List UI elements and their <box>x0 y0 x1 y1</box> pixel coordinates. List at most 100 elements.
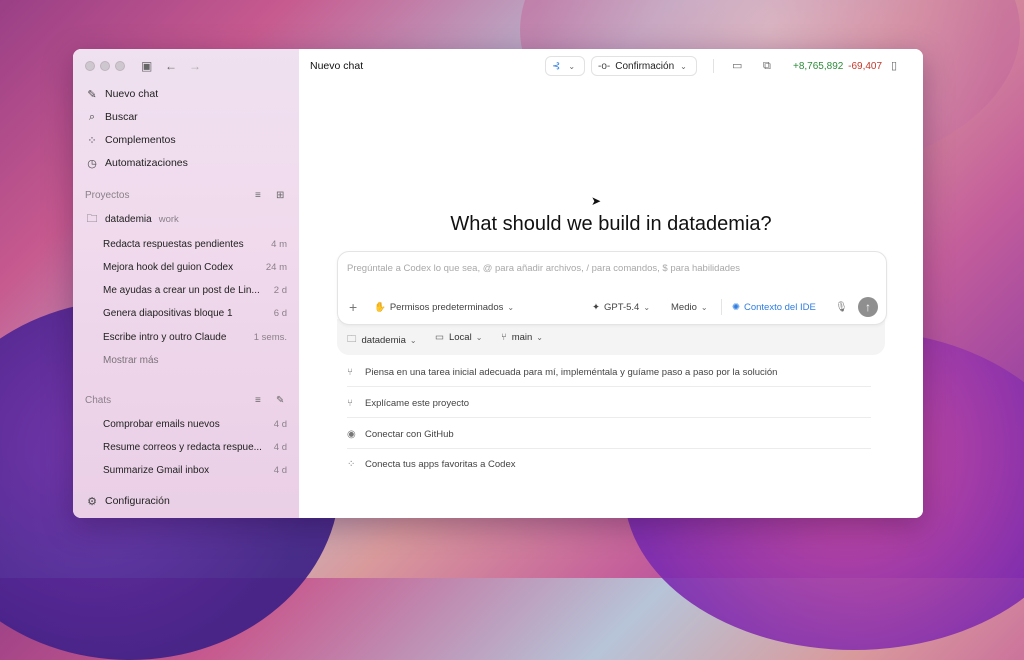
project-tag: work <box>158 213 179 225</box>
deletions-count: -69,407 <box>848 61 883 72</box>
sidebar-toggle-icon[interactable]: ▣ <box>141 60 152 72</box>
diff-stats[interactable]: +8,765,892 -69,407 <box>793 61 882 72</box>
suggestion-item[interactable]: ⑂ Explícame este proyecto <box>347 389 871 418</box>
effort-select[interactable]: Medio ⌄ <box>671 302 708 313</box>
environment-select[interactable]: ▭ Local ⌄ <box>435 332 482 343</box>
composer: Pregúntale a Codex lo que sea, @ para añ… <box>337 251 887 325</box>
plus-icon[interactable]: + <box>349 300 357 314</box>
additions-count: +8,765,892 <box>793 61 844 72</box>
suggestion-text: Piensa en una tarea inicial adecuada par… <box>365 366 778 378</box>
chat-time: 4 d <box>273 441 287 453</box>
approval-mode-label: Confirmación <box>615 60 675 72</box>
forward-arrow-icon[interactable]: → <box>189 60 201 72</box>
project-select-label: datademia <box>361 334 406 346</box>
suggestion-item[interactable]: ⁘ Conecta tus apps favoritas a Codex <box>347 450 871 478</box>
model-label: GPT-5.4 <box>603 302 640 313</box>
terminal-icon[interactable]: ▭ <box>732 60 742 72</box>
back-arrow-icon[interactable]: ← <box>165 60 177 72</box>
nav-automations-label: Automatizaciones <box>105 157 188 169</box>
composer-input[interactable]: Pregúntale a Codex lo que sea, @ para añ… <box>347 263 740 274</box>
filter-icon[interactable]: ≡ <box>255 395 261 407</box>
project-select[interactable]: 🗀 datademia ⌄ <box>347 332 417 348</box>
divider <box>721 299 722 315</box>
new-folder-icon[interactable]: ⊞ <box>276 190 284 202</box>
chevron-down-icon: ⌄ <box>643 303 651 312</box>
nav-new-chat[interactable]: ✎ Nuevo chat <box>85 84 158 104</box>
ide-context-label: Contexto del IDE <box>743 302 816 313</box>
thread-title: Me ayudas a crear un post de Lin... <box>103 284 260 296</box>
microphone-icon[interactable]: 🎙 <box>835 302 848 314</box>
permissions-label: Permisos predeterminados <box>389 302 504 313</box>
thread-title: Genera diapositivas bloque 1 <box>103 307 233 319</box>
permissions-select[interactable]: ✋ Permisos predeterminados ⌄ <box>374 302 514 313</box>
suggestion-text: Conectar con GitHub <box>365 428 454 440</box>
ide-select[interactable]: ⊰ ⌄ <box>545 56 585 76</box>
suggestion-text: Explícame este proyecto <box>365 397 470 409</box>
folder-icon: 🗀 <box>347 334 357 345</box>
send-button[interactable]: ↑ <box>858 297 878 317</box>
thread-item[interactable]: Mejora hook del guion Codex 24 m <box>103 257 287 277</box>
chevron-down-icon: ⌄ <box>507 303 515 312</box>
thread-time: 2 d <box>273 284 287 296</box>
filter-icon[interactable]: ≡ <box>255 190 261 202</box>
edit-icon: ✎ <box>87 88 97 101</box>
chat-time: 4 d <box>273 464 287 476</box>
chevron-down-icon: ⌄ <box>700 303 708 312</box>
branch-select[interactable]: ⑂ main ⌄ <box>501 332 543 343</box>
new-chat-icon[interactable]: ✎ <box>276 395 284 407</box>
page-title: Nuevo chat <box>310 60 364 72</box>
project-name: datademia <box>105 213 152 225</box>
environment-select-label: Local <box>448 332 472 343</box>
thread-item[interactable]: Redacta respuestas pendientes 4 m <box>103 234 287 254</box>
branch-icon: ⑂ <box>347 397 353 409</box>
suggestion-item[interactable]: ◉ Conectar con GitHub <box>347 420 871 449</box>
grid-icon: ⁘ <box>87 134 97 147</box>
project-datademia[interactable]: 🗀 datademia work <box>85 209 179 229</box>
arrow-up-icon: ↑ <box>865 300 871 314</box>
chat-item[interactable]: Comprobar emails nuevos 4 d <box>103 414 287 434</box>
copy-icon[interactable]: ⧉ <box>763 60 771 72</box>
nav-search[interactable]: ⌕ Buscar <box>85 107 138 127</box>
chevron-down-icon: ⌄ <box>409 335 417 345</box>
sidebar: ▣ ← → ✎ Nuevo chat ⌕ Buscar ⁘ Complement… <box>73 49 300 518</box>
divider <box>713 59 714 73</box>
clock-icon: ◷ <box>87 157 97 170</box>
chat-item[interactable]: Resume correos y redacta respue... 4 d <box>103 437 287 457</box>
chevron-down-icon: ⌄ <box>536 333 543 342</box>
panel-toggle-icon[interactable]: ▯ <box>891 60 897 72</box>
nav-automations[interactable]: ◷ Automatizaciones <box>85 153 188 173</box>
chat-title: Resume correos y redacta respue... <box>103 441 262 453</box>
minimize-window-button[interactable] <box>100 61 110 71</box>
ide-context-button[interactable]: ✺ Contexto del IDE <box>732 302 816 313</box>
github-icon: ◉ <box>347 428 356 440</box>
zoom-window-button[interactable] <box>115 61 125 71</box>
nav-plugins[interactable]: ⁘ Complementos <box>85 130 175 150</box>
settings-button[interactable]: ⚙ Configuración <box>85 491 170 511</box>
effort-label: Medio <box>671 302 697 313</box>
search-icon: ⌕ <box>88 110 96 123</box>
close-window-button[interactable] <box>85 61 95 71</box>
thread-title: Mejora hook del guion Codex <box>103 261 234 273</box>
gear-icon: ⚙ <box>87 495 97 508</box>
thread-item[interactable]: Escribe intro y outro Claude 1 sems. <box>103 327 287 347</box>
nav-search-label: Buscar <box>105 111 138 123</box>
model-select[interactable]: ✦ GPT-5.4 ⌄ <box>592 302 650 313</box>
main-heading: What should we build in datademia? <box>450 213 772 235</box>
chevron-down-icon: ⌄ <box>475 333 483 342</box>
sparkle-icon: ✦ <box>592 302 600 313</box>
suggestion-text: Conecta tus apps favoritas a Codex <box>365 458 516 470</box>
sparkle-icon: ✺ <box>732 302 740 313</box>
chat-item[interactable]: Summarize Gmail inbox 4 d <box>103 460 287 480</box>
show-more-link[interactable]: Mostrar más <box>103 350 287 370</box>
app-window: ▣ ← → ✎ Nuevo chat ⌕ Buscar ⁘ Complement… <box>73 49 923 518</box>
branch-select-label: main <box>511 332 533 343</box>
approval-mode-select[interactable]: -o- Confirmación ⌄ <box>591 56 697 76</box>
thread-item[interactable]: Genera diapositivas bloque 1 6 d <box>103 303 287 323</box>
thread-time: 6 d <box>273 307 287 319</box>
apps-icon: ⁘ <box>347 458 356 470</box>
chat-title: Summarize Gmail inbox <box>103 464 210 476</box>
laptop-icon: ▭ <box>435 332 444 343</box>
thread-item[interactable]: Me ayudas a crear un post de Lin... 2 d <box>103 280 287 300</box>
suggestion-item[interactable]: ⑂ Piensa en una tarea inicial adecuada p… <box>347 358 871 387</box>
chat-time: 4 d <box>273 418 287 430</box>
